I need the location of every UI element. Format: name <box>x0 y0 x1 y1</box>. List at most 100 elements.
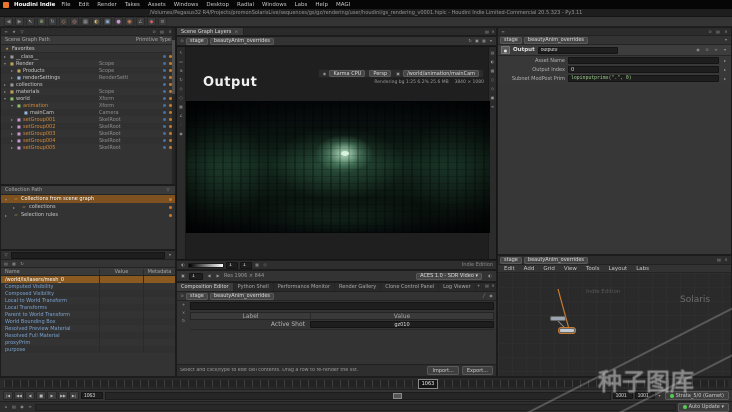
dropdown-icon[interactable]: ▾ <box>167 252 173 258</box>
close-tab-icon[interactable]: × <box>233 29 239 35</box>
view-layout-icon[interactable]: ▤ <box>490 50 496 56</box>
filter-icon[interactable]: ▽ <box>165 187 171 193</box>
editor-tab[interactable]: Composition Editor <box>177 283 234 291</box>
snapshot-icon[interactable]: ▣ <box>180 273 186 279</box>
color-ramp[interactable] <box>188 262 224 268</box>
details-row[interactable]: Parent to World Transform <box>1 311 175 318</box>
tree-row[interactable]: ▸ setGroup002 SkelRoot <box>1 123 175 130</box>
visibility-dot-icon[interactable] <box>163 97 166 100</box>
scale-tool-icon[interactable]: ◇ <box>178 86 184 92</box>
editor-table-row[interactable]: Active Shot gz010 <box>190 320 494 330</box>
prev-frame-button[interactable]: ◀ <box>25 391 35 400</box>
menu-item[interactable]: File <box>60 2 71 8</box>
details-row[interactable]: Composed Visibility <box>1 290 175 297</box>
network-menu-item[interactable]: Tools <box>585 266 601 272</box>
menu-item[interactable]: Desktop <box>205 2 230 8</box>
tree-row[interactable]: ▸ collections <box>1 81 175 88</box>
visibility-dot-icon[interactable] <box>163 90 166 93</box>
tree-row[interactable]: mainCam Camera <box>1 109 175 116</box>
messages-icon[interactable]: ≡ <box>27 404 33 410</box>
breadcrumb-chip[interactable]: stage <box>186 292 208 300</box>
next-frame-button[interactable]: ▶▶ <box>58 391 68 400</box>
lasso-tool-icon[interactable]: ◦ <box>178 122 184 128</box>
tree-row[interactable]: ▸ setGroup005 SkelRoot <box>1 144 175 151</box>
expand-icon[interactable]: ▸ <box>5 213 11 218</box>
details-row[interactable]: Local to World Transform <box>1 297 175 304</box>
breadcrumb-chip[interactable]: stage <box>186 37 208 45</box>
breadcrumb-chip[interactable]: stage <box>500 256 522 264</box>
shading-mode-icon[interactable]: ◐ <box>490 59 496 65</box>
filter-icon[interactable]: ▽ <box>19 29 25 35</box>
menu-item[interactable]: Render <box>96 2 118 8</box>
network-menu-item[interactable]: Grid <box>542 266 556 272</box>
lop-node-selected[interactable] <box>559 328 575 333</box>
go-end-button[interactable]: ▶| <box>69 391 79 400</box>
details-row[interactable]: Computed Visibility <box>1 283 175 290</box>
network-menu-item[interactable]: View <box>563 266 578 272</box>
move-tool-icon[interactable]: ⊕ <box>178 68 184 74</box>
camera-view-icon[interactable]: ▣ <box>490 95 496 101</box>
geometry-icon[interactable]: ▦ <box>81 17 90 26</box>
refresh-icon[interactable]: ↻ <box>467 38 473 44</box>
gear-icon[interactable]: ◉ <box>488 293 494 299</box>
collection-dot-icon[interactable] <box>169 213 172 217</box>
measure-tool-icon[interactable]: ∠ <box>178 113 184 119</box>
float-pane-icon[interactable]: ▤ <box>159 29 165 35</box>
pin-icon[interactable]: ⊙ <box>151 29 157 35</box>
render-icon[interactable]: ◉ <box>125 17 134 26</box>
pane-menu-icon[interactable]: ≡ <box>3 29 9 35</box>
frame-slider[interactable] <box>105 391 611 400</box>
dropdown-icon[interactable]: ▾ <box>488 38 494 44</box>
pin-icon[interactable]: ⊙ <box>179 38 185 44</box>
name-column-header[interactable]: Name <box>1 269 99 275</box>
display-options-icon[interactable]: ◐ <box>487 273 493 279</box>
background-icon[interactable]: ◇ <box>490 86 496 92</box>
prev-icon[interactable]: ◀ <box>206 273 212 279</box>
network-graph[interactable]: Indie Edition Solaris <box>498 273 731 376</box>
cameras-icon[interactable]: ▣ <box>103 17 112 26</box>
farm-status-button[interactable]: Strata_5/0 (Garnet) <box>664 391 729 400</box>
current-frame-field[interactable] <box>81 392 103 399</box>
menu-item[interactable]: MAGI <box>335 2 351 8</box>
snap-icon[interactable]: ∠ <box>136 17 145 26</box>
playback-options-icon[interactable]: ▾ <box>657 393 663 399</box>
menu-item[interactable]: Assets <box>147 2 167 8</box>
details-row[interactable]: Local Transforms <box>1 304 175 311</box>
dropdown-icon[interactable]: ▾ <box>722 47 728 53</box>
forward-icon[interactable]: ▶ <box>15 17 24 26</box>
visibility-dot-icon[interactable] <box>163 76 166 79</box>
visibility-dot-icon[interactable] <box>163 55 166 58</box>
refresh-icon[interactable]: ↻ <box>19 261 25 267</box>
collection-row[interactable]: ▸ ▱ collections <box>1 203 175 211</box>
home-icon[interactable]: ⌂ <box>3 404 9 410</box>
renderer-select[interactable]: Karma CPU <box>329 70 366 77</box>
grid-icon[interactable]: ▦ <box>481 38 487 44</box>
panes-icon[interactable]: ▤ <box>11 404 17 410</box>
frame-slider-thumb[interactable] <box>393 392 403 399</box>
editor-tab[interactable]: Clone Control Panel <box>381 283 440 291</box>
current-frame-marker[interactable]: 1063 <box>418 379 438 389</box>
tab-scene-graph-layers[interactable]: Scene Graph Layers × <box>177 28 245 35</box>
menu-item[interactable]: Windows <box>173 2 200 8</box>
menu-item[interactable]: Edit <box>78 2 91 8</box>
colorspace-select[interactable]: ACES 1.0 - SDR Video ▾ <box>416 272 482 280</box>
grid-view-icon[interactable]: ▦ <box>11 261 17 267</box>
tree-row[interactable]: ▸ setGroup001 SkelRoot <box>1 116 175 123</box>
grid-toggle-icon[interactable]: ▦ <box>254 262 260 268</box>
editor-tab[interactable]: Log Viewer <box>439 283 476 291</box>
tree-row[interactable]: ▸ __class__ <box>1 53 175 60</box>
pose-tool-icon[interactable]: ○ <box>178 95 184 101</box>
network-menu-item[interactable]: Layout <box>607 266 628 272</box>
row-value-select[interactable]: gz010 <box>310 321 494 328</box>
range-start-field[interactable] <box>612 392 633 399</box>
network-menu-item[interactable]: Add <box>523 266 536 272</box>
visibility-dot-icon[interactable] <box>163 146 166 149</box>
scale-icon[interactable]: ◇ <box>59 17 68 26</box>
breadcrumb-chip[interactable]: beautyAnim_overrides <box>209 37 275 45</box>
menu-item[interactable]: Labs <box>294 2 309 8</box>
type-column-header[interactable]: Primitive Type <box>136 37 171 43</box>
network-menu-item[interactable]: Edit <box>503 266 516 272</box>
expand-icon[interactable]: ▾ <box>5 197 11 202</box>
expand-icon[interactable]: ▸ <box>722 76 728 82</box>
view-select[interactable]: Persp <box>369 70 392 77</box>
